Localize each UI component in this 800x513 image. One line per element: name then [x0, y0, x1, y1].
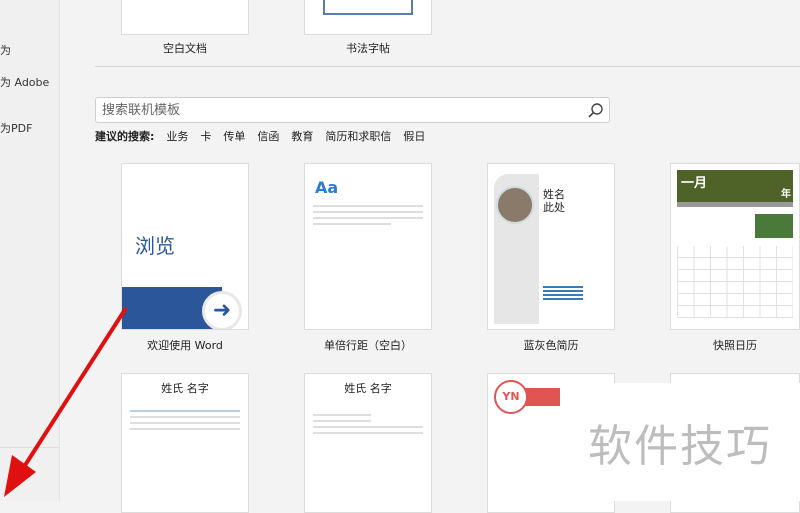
thumb-text: 浏览 [135, 234, 175, 258]
sidebar-item[interactable]: 为PDF [0, 120, 32, 136]
suggested-link[interactable]: 业务 [166, 128, 188, 144]
arrow-right-icon: ➜ [202, 291, 242, 329]
sidebar-item[interactable]: 为 Adobe [0, 74, 49, 90]
template-single-spaced[interactable]: Aa [304, 163, 432, 330]
template-calligraphy[interactable] [304, 0, 432, 35]
thumb-text: 姓氏 名字 [161, 382, 209, 395]
suggested-link[interactable]: 假日 [403, 128, 425, 144]
template-blank-document[interactable] [121, 0, 249, 35]
template-label: 空白文档 [163, 42, 207, 55]
template-label: 蓝灰色简历 [523, 339, 579, 352]
template-label: 书法字帖 [346, 42, 390, 55]
thumb-text: 姓氏 名字 [344, 382, 392, 395]
watermark: 软件技巧 [560, 383, 800, 501]
thumb-text: 姓名 此处 [543, 188, 565, 214]
sidebar-item[interactable]: 为 [0, 42, 11, 58]
template-resume[interactable]: 姓氏 名字 [121, 373, 249, 513]
suggested-link[interactable]: 教育 [291, 128, 313, 144]
template-label: 欢迎使用 Word [147, 339, 223, 352]
sidebar-divider [0, 447, 59, 448]
suggested-link[interactable]: 卡 [200, 128, 211, 144]
template-blue-gray-resume[interactable]: 姓名 此处 [487, 163, 615, 330]
suggested-label: 建议的搜索: [95, 130, 155, 143]
search-box [95, 97, 610, 123]
suggested-searches: 建议的搜索: 业务 卡 传单 信函 教育 简历和求职信 假日 [95, 128, 425, 144]
backstage-sidebar: 为 为 Adobe 为PDF [0, 0, 60, 501]
template-label: 单倍行距（空白） [324, 339, 412, 352]
suggested-link[interactable]: 传单 [223, 128, 245, 144]
search-input[interactable] [96, 98, 576, 122]
thumb-subtext: 年 [781, 189, 791, 200]
template-snapshot-calendar[interactable]: 一月 年 [670, 163, 800, 330]
template-welcome-word[interactable]: 浏览 ➜ [121, 163, 249, 330]
suggested-link[interactable]: 简历和求职信 [325, 128, 391, 144]
divider [95, 66, 800, 67]
thumb-text: 一月 [681, 176, 708, 191]
thumb-text: Aa [315, 178, 339, 197]
template-label: 快照日历 [713, 339, 757, 352]
template-cover-letter[interactable]: 姓氏 名字 [304, 373, 432, 513]
thumb-text: YN [494, 380, 528, 414]
search-icon[interactable] [587, 102, 605, 120]
suggested-link[interactable]: 信函 [257, 128, 279, 144]
